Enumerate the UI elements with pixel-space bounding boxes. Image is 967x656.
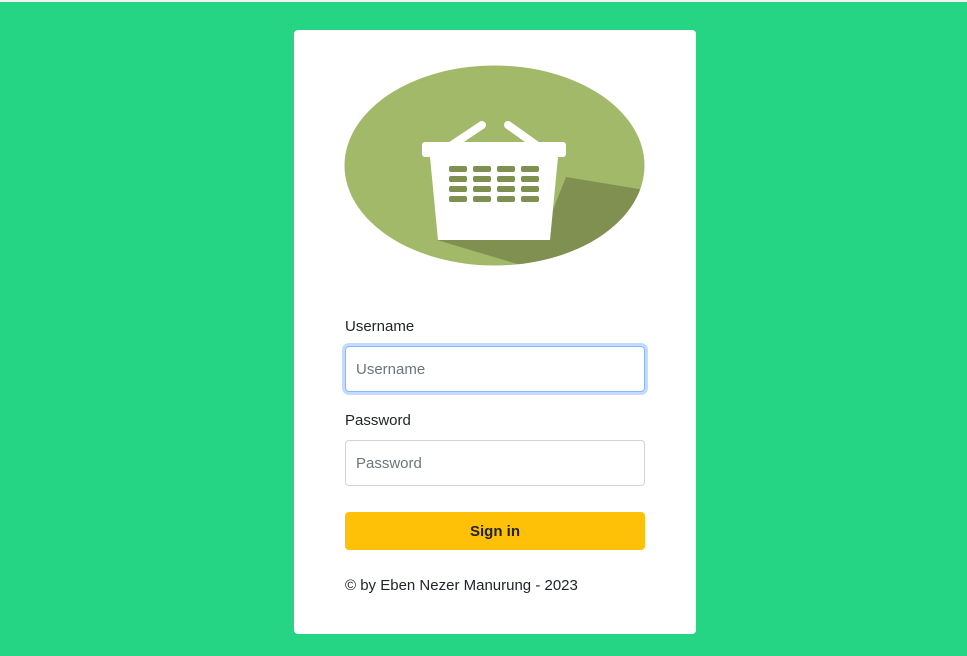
password-input[interactable] — [345, 440, 645, 486]
sign-in-button[interactable]: Sign in — [345, 512, 645, 550]
username-input[interactable] — [345, 346, 645, 392]
basket-rim — [422, 142, 566, 157]
logo — [344, 65, 645, 266]
footer-copyright: © by Eben Nezer Manurung - 2023 — [345, 577, 578, 594]
top-divider — [0, 0, 967, 2]
shopping-basket-icon — [344, 65, 645, 266]
login-card: Username Password Sign in © by Eben Neze… — [294, 30, 696, 634]
username-label: Username — [345, 318, 415, 335]
password-label: Password — [345, 412, 411, 429]
